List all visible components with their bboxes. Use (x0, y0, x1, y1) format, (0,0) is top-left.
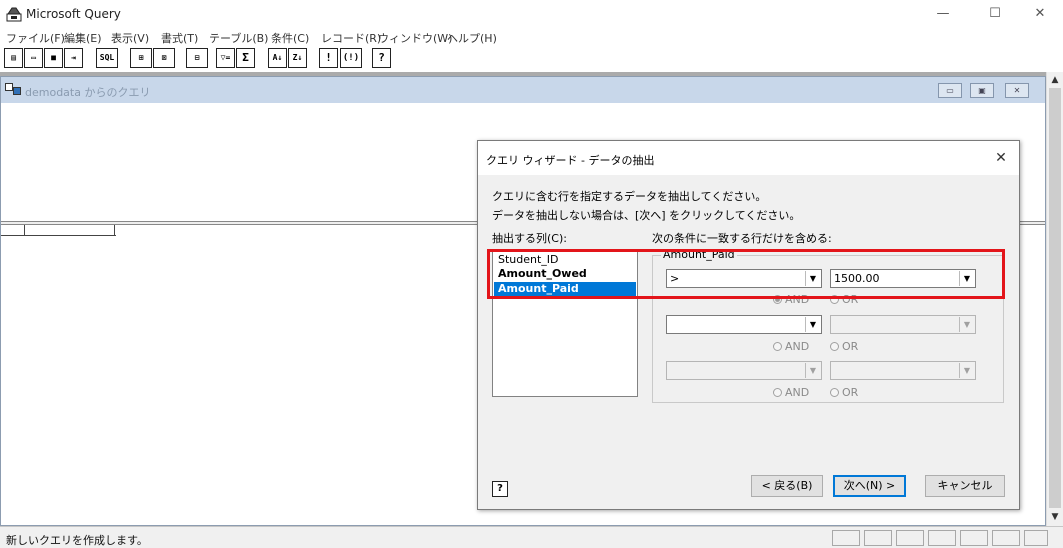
or-radio-2: OR (830, 340, 858, 353)
instruction-line-1: クエリに含む行を指定するデータを抽出してください。 (492, 190, 767, 203)
app-titlebar: Microsoft Query — ☐ ✕ (0, 0, 1063, 28)
status-indicator (928, 530, 956, 546)
query-now-button[interactable]: ! (319, 48, 338, 68)
menu-records[interactable]: レコード(R) (321, 30, 381, 46)
minimize-window-button[interactable]: — (920, 0, 966, 28)
open-query-icon[interactable]: ▭ (24, 48, 43, 68)
status-indicator (896, 530, 924, 546)
query-window-restore-button[interactable]: ▣ (970, 83, 994, 98)
value-select-3: ▼ (830, 361, 976, 380)
status-indicator (864, 530, 892, 546)
chevron-down-icon: ▼ (959, 317, 974, 332)
vertical-scrollbar[interactable]: ▲ ▼ (1046, 72, 1063, 526)
dialog-title: クエリ ウィザード - データの抽出 (486, 154, 655, 167)
data-grid-header (1, 225, 116, 236)
radio-icon (830, 342, 839, 351)
menu-criteria[interactable]: 条件(C) (271, 30, 309, 46)
cycle-totals-button[interactable]: Σ (236, 48, 255, 68)
chevron-down-icon: ▼ (959, 363, 974, 378)
microsoft-query-app-icon (6, 7, 22, 22)
help-button[interactable]: ? (372, 48, 391, 68)
menu-file[interactable]: ファイル(F) (6, 30, 65, 46)
or-label: OR (842, 386, 859, 399)
columns-to-filter-label: 抽出する列(C): (492, 232, 567, 245)
menu-format[interactable]: 書式(T) (161, 30, 198, 46)
query-wizard-filter-dialog: クエリ ウィザード - データの抽出 ✕ クエリに含む行を指定するデータを抽出し… (477, 140, 1020, 510)
menu-window[interactable]: ウィンドウ(W) (378, 30, 452, 46)
dialog-help-button[interactable]: ? (492, 481, 508, 497)
conditions-label: 次の条件に一致する行だけを含める: (652, 232, 832, 245)
scroll-up-arrow-icon[interactable]: ▲ (1047, 72, 1063, 88)
query-window-close-button[interactable]: ✕ (1005, 83, 1029, 98)
highlight-box (487, 249, 1005, 299)
maximize-window-button[interactable]: ☐ (972, 0, 1018, 28)
status-indicator (832, 530, 860, 546)
and-radio-3: AND (773, 386, 809, 399)
status-indicator (1024, 530, 1048, 546)
query-window-titlebar: demodata からのクエリ ▭ ▣ ✕ (1, 77, 1045, 103)
or-radio-3: OR (830, 386, 858, 399)
dialog-close-button[interactable]: ✕ (989, 147, 1013, 169)
cancel-button[interactable]: キャンセル (925, 475, 1005, 497)
scroll-down-arrow-icon[interactable]: ▼ (1047, 509, 1063, 525)
query-window-title: demodata からのクエリ (25, 86, 151, 99)
menu-table[interactable]: テーブル(B) (209, 30, 268, 46)
instruction-line-2: データを抽出しない場合は、[次へ] をクリックしてください。 (492, 209, 801, 222)
status-bar: 新しいクエリを作成します。 (0, 526, 1063, 548)
show-tables-icon[interactable]: ⊞ (130, 48, 152, 68)
chevron-down-icon: ▼ (805, 363, 820, 378)
app-title: Microsoft Query (26, 7, 121, 21)
criteria-equals-icon[interactable]: ▽= (216, 48, 235, 68)
return-data-icon[interactable]: ⇥ (64, 48, 83, 68)
menu-view[interactable]: 表示(V) (111, 30, 149, 46)
chevron-down-icon[interactable]: ▼ (805, 317, 820, 332)
operator-select-3: ▼ (666, 361, 822, 380)
back-button[interactable]: < 戻る(B) (751, 475, 823, 497)
and-label: AND (785, 340, 810, 353)
close-window-button[interactable]: ✕ (1017, 0, 1063, 28)
operator-select-2[interactable]: ▼ (666, 315, 822, 334)
grid-column-header[interactable] (25, 225, 115, 236)
radio-icon (773, 388, 782, 397)
scrollbar-thumb[interactable] (1049, 88, 1061, 508)
sort-descending-icon[interactable]: Z↓ (288, 48, 307, 68)
or-label: OR (842, 340, 859, 353)
sql-button[interactable]: SQL (96, 48, 118, 68)
grid-corner-cell[interactable] (1, 225, 25, 236)
status-indicator (960, 530, 988, 546)
status-text: 新しいクエリを作成します。 (6, 534, 148, 547)
add-tables-icon[interactable]: ⊟ (186, 48, 208, 68)
next-button[interactable]: 次へ(N) > (833, 475, 906, 497)
menu-help[interactable]: ヘルプ(H) (447, 30, 497, 46)
and-radio-2: AND (773, 340, 809, 353)
sort-ascending-icon[interactable]: A↓ (268, 48, 287, 68)
new-query-icon[interactable]: ▤ (4, 48, 23, 68)
menu-bar: ファイル(F) 編集(E) 表示(V) 書式(T) テーブル(B) 条件(C) … (0, 28, 1063, 46)
dialog-titlebar: クエリ ウィザード - データの抽出 ✕ (478, 141, 1019, 175)
query-window-icon (5, 83, 21, 95)
radio-icon (830, 388, 839, 397)
and-label: AND (785, 386, 810, 399)
toolbar: ▤ ▭ ■ ⇥ SQL ⊞ ⊠ ⊟ ▽= Σ A↓ Z↓ ! (!) ? (0, 46, 1063, 72)
value-select-2: ▼ (830, 315, 976, 334)
menu-edit[interactable]: 編集(E) (64, 30, 102, 46)
show-criteria-icon[interactable]: ⊠ (153, 48, 175, 68)
status-indicator (992, 530, 1020, 546)
save-query-icon[interactable]: ■ (44, 48, 63, 68)
auto-query-button[interactable]: (!) (340, 48, 362, 68)
radio-icon (773, 342, 782, 351)
query-window-minimize-button[interactable]: ▭ (938, 83, 962, 98)
